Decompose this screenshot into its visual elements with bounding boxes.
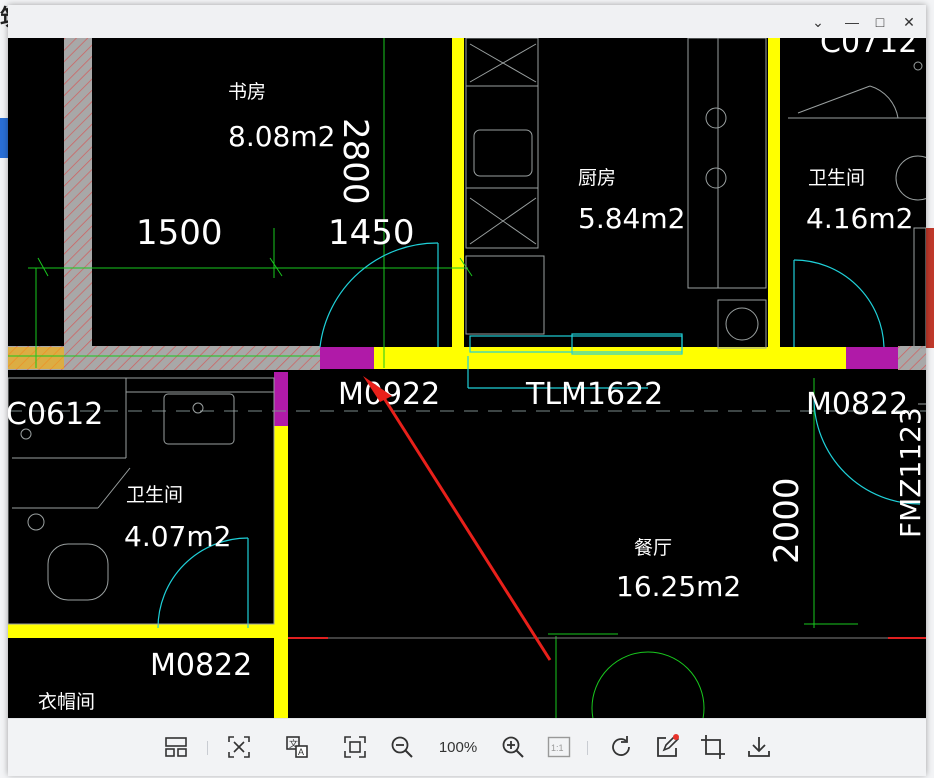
wall-yellow xyxy=(274,426,288,718)
door-opening xyxy=(320,347,374,369)
door-tag: FMZ1123 xyxy=(894,407,926,538)
dimension-label: 1450 xyxy=(328,213,415,253)
background-accent xyxy=(0,118,8,158)
viewer-toolbar: 文A 100% 1:1 xyxy=(8,718,926,776)
room-area: 5.84m2 xyxy=(578,202,685,235)
toolbar-divider xyxy=(207,741,208,755)
floor-plan-drawing: 书房 8.08m2 厨房 5.84m2 卫生间 4.16m2 卫生间 4.07m… xyxy=(8,38,926,718)
svg-text:A: A xyxy=(298,747,304,757)
zoom-level: 100% xyxy=(438,739,478,756)
room-name: 书房 xyxy=(228,81,266,103)
room-area: 4.07m2 xyxy=(124,520,231,553)
background-thumbnail xyxy=(926,228,934,348)
zoom-in-icon[interactable] xyxy=(500,734,526,760)
image-canvas[interactable]: 书房 8.08m2 厨房 5.84m2 卫生间 4.16m2 卫生间 4.07m… xyxy=(8,38,926,718)
door-opening xyxy=(274,372,288,426)
wall-yellow xyxy=(452,38,464,358)
window-tag: C0612 xyxy=(8,397,103,432)
toolbar-divider xyxy=(587,741,588,755)
window-tag: C0712 xyxy=(820,38,917,60)
wall-yellow xyxy=(768,38,780,358)
fit-window-icon[interactable] xyxy=(342,734,368,760)
wall-yellow xyxy=(374,347,846,369)
wall-yellow xyxy=(8,624,288,638)
translate-icon[interactable]: 文A xyxy=(284,734,310,760)
ocr-extract-icon[interactable] xyxy=(226,734,252,760)
room-name: 卫生间 xyxy=(126,484,183,506)
room-name: 餐厅 xyxy=(634,537,672,559)
annotation-arrow xyxy=(363,376,552,661)
door-opening xyxy=(846,347,898,369)
thumbnails-icon[interactable] xyxy=(163,734,189,760)
close-button[interactable]: ✕ xyxy=(899,12,919,32)
room-name: 衣帽间 xyxy=(38,691,95,713)
dimension-label: 2800 xyxy=(335,118,375,205)
door-tag: M0822 xyxy=(806,387,908,422)
actual-size-icon[interactable]: 1:1 xyxy=(546,734,572,760)
zoom-out-icon[interactable] xyxy=(389,734,415,760)
title-bar: ⌄ — □ ✕ xyxy=(8,5,926,38)
wall-hatched xyxy=(898,346,926,370)
download-icon[interactable] xyxy=(746,734,772,760)
room-area: 4.16m2 xyxy=(806,202,913,235)
door-tag: TLM1622 xyxy=(525,377,663,412)
minimize-button[interactable]: — xyxy=(842,12,862,32)
room-area: 8.08m2 xyxy=(228,120,335,153)
crop-icon[interactable] xyxy=(700,734,726,760)
dimension-label: 1500 xyxy=(136,213,223,253)
actual-size-label: 1:1 xyxy=(551,743,564,753)
room-name: 卫生间 xyxy=(808,167,865,189)
room-name: 厨房 xyxy=(578,167,616,189)
door-tag: M0822 xyxy=(150,648,252,683)
maximize-button[interactable]: □ xyxy=(870,12,890,32)
collapse-button[interactable]: ⌄ xyxy=(808,12,828,32)
wall-hatched xyxy=(64,38,92,370)
room-area: 16.25m2 xyxy=(616,570,741,603)
edit-icon[interactable] xyxy=(654,734,680,760)
rotate-icon[interactable] xyxy=(608,734,634,760)
dimension-label: 2000 xyxy=(767,477,807,564)
image-viewer-window: ⌄ — □ ✕ 书房 8.08m2 厨房 5.84m2 卫生间 4.16m2 卫… xyxy=(8,5,926,776)
